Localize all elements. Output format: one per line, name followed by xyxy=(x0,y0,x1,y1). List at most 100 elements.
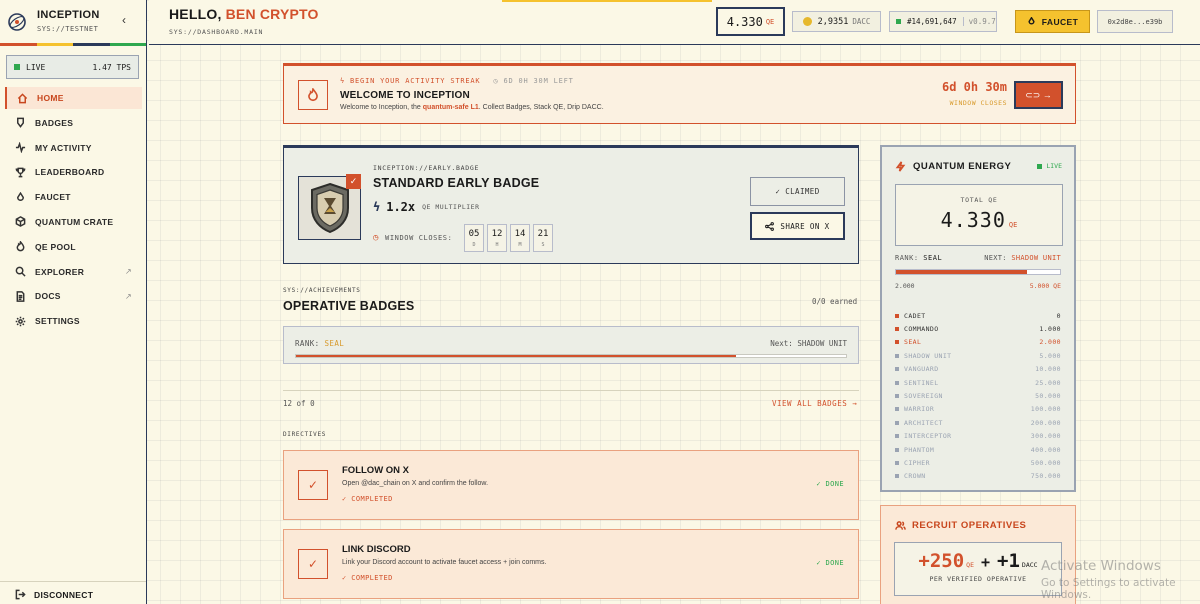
rank-threshold: 25.000 xyxy=(1035,378,1061,387)
quantum-energy-panel: QUANTUM ENERGY LIVE TOTAL QE 4.330 QE RAN… xyxy=(880,145,1076,492)
claimed-button[interactable]: ✓ CLAIMED xyxy=(750,177,845,206)
flame-icon xyxy=(16,241,25,252)
droplet-icon xyxy=(1028,17,1035,25)
rank-name: WARRIOR xyxy=(895,405,934,413)
timer-unit: D xyxy=(472,242,476,248)
sidebar-item-leaderboard[interactable]: LEADERBOARD xyxy=(5,161,142,183)
rank-name: SENTINEL xyxy=(895,379,939,387)
rank-name: COMMANDO xyxy=(895,325,939,333)
rank-name-text: PHANTOM xyxy=(904,445,935,454)
bolt-icon: ϟ xyxy=(340,77,351,85)
sidebar-item-my-activity[interactable]: MY ACTIVITY xyxy=(5,137,142,159)
rank-label: RANK: xyxy=(295,339,320,348)
dacc-bonus-unit: DACC xyxy=(1021,561,1038,569)
timer-seconds: 21 S xyxy=(533,224,553,252)
rank-threshold: 5.000 xyxy=(1039,351,1061,360)
rank-marker-icon xyxy=(895,340,899,345)
timer-hours: 12 H xyxy=(487,224,507,252)
dacc-balance-value: 2,9351 xyxy=(817,16,849,27)
top-stripe-accent xyxy=(502,0,712,2)
sidebar-footer-divider xyxy=(0,581,146,582)
dacc-balance-unit: DACC xyxy=(852,17,871,26)
timer-value: 14 xyxy=(514,229,526,239)
task-status: ✓ COMPLETED xyxy=(342,574,393,582)
bolt-icon: ϟ xyxy=(373,200,381,214)
rank-current: RANK: SEAL xyxy=(295,339,344,348)
home-icon xyxy=(17,92,28,103)
rank-row: SENTINEL 25.000 xyxy=(895,376,1061,389)
rank-marker-icon xyxy=(895,394,899,399)
streak-desc-post: . Collect Badges, Stack QE, Drip DACC. xyxy=(478,104,604,111)
task-follow-on-x[interactable]: ✓ FOLLOW ON X Open @dac_chain on X and c… xyxy=(283,450,859,520)
rank-row: CIPHER 500.000 xyxy=(895,456,1061,469)
claimed-check-icon: ✓ xyxy=(346,174,361,189)
timer-unit: M xyxy=(518,242,522,248)
task-done-badge: ✓ DONE xyxy=(816,559,844,567)
qe-balance-unit: QE xyxy=(765,17,775,26)
task-description: Link your Discord account to activate fa… xyxy=(342,559,547,566)
sidebar-item-docs[interactable]: DOCS ↗ xyxy=(5,285,142,307)
rank-row: COMMANDO 1.000 xyxy=(895,322,1061,335)
coin-icon xyxy=(802,17,812,26)
sidebar-item-quantum-crate[interactable]: QUANTUM CRATE xyxy=(5,211,142,233)
sidebar-item-settings[interactable]: SETTINGS xyxy=(5,310,142,332)
task-title: LINK DISCORD xyxy=(342,544,411,555)
live-dot-icon xyxy=(14,63,20,70)
badges-count: 12 of 0 xyxy=(283,399,315,408)
bolt-icon xyxy=(895,161,906,172)
brand-stripe xyxy=(0,43,146,46)
sidebar-item-label: EXPLORER xyxy=(35,266,85,277)
rank-row: ARCHITECT 200.000 xyxy=(895,416,1061,429)
disconnect-button[interactable]: DISCONNECT xyxy=(15,589,93,600)
share-on-x-button[interactable]: SHARE ON X xyxy=(750,212,845,240)
brand-name: INCEPTION xyxy=(37,9,100,21)
qe-balance: 4.330 QE xyxy=(716,7,785,36)
streak-countdown-label: WINDOW CLOSES xyxy=(949,99,1007,107)
collapse-sidebar-icon[interactable]: ‹ xyxy=(122,13,126,27)
sidebar-item-home[interactable]: HOME xyxy=(5,87,142,109)
qe-next-label: NEXT: xyxy=(984,254,1007,262)
multiplier-value: 1.2x xyxy=(386,200,416,214)
total-qe-value: 4.330 xyxy=(940,208,1006,232)
rank-marker-icon xyxy=(895,474,899,479)
watermark-line-1: Activate Windows xyxy=(1041,558,1161,574)
rank-marker-icon xyxy=(895,367,899,372)
block-height: #14,691,647 v0.9.7 xyxy=(889,11,997,32)
live-label: LIVE xyxy=(1046,162,1062,170)
rank-progress-card: RANK: SEAL Next: SHADOW UNIT xyxy=(283,326,859,364)
wallet-address-button[interactable]: 0x2d8e...e39b xyxy=(1097,10,1173,33)
sidebar-item-badges[interactable]: BADGES xyxy=(5,112,142,134)
sidebar-item-label: LEADERBOARD xyxy=(35,167,105,178)
sidebar-item-qe-pool[interactable]: QE POOL xyxy=(5,236,142,258)
disconnect-label: DISCONNECT xyxy=(34,589,94,600)
task-description: Open @dac_chain on X and confirm the fol… xyxy=(342,480,489,487)
dacc-balance: 2,9351 DACC xyxy=(792,11,881,32)
sidebar-item-explorer[interactable]: EXPLORER ↗ xyxy=(5,261,142,283)
qe-panel-title: QUANTUM ENERGY xyxy=(913,161,1012,172)
faucet-button[interactable]: FAUCET xyxy=(1015,10,1090,33)
streak-go-button[interactable]: ⊂⊃ → xyxy=(1014,81,1063,109)
streak-description: Welcome to Inception, the quantum-safe L… xyxy=(340,104,604,111)
timer-unit: S xyxy=(541,242,545,248)
rank-name-text: ARCHITECT xyxy=(904,418,943,427)
rank-name: CROWN xyxy=(895,472,926,480)
rank-name: ARCHITECT xyxy=(895,419,943,427)
timer-unit: H xyxy=(495,242,499,248)
rank-marker-icon xyxy=(895,447,899,452)
crate-icon xyxy=(15,216,26,228)
timer-days: 05 D xyxy=(464,224,484,252)
total-qe-box: TOTAL QE 4.330 QE xyxy=(895,184,1063,246)
rank-row: PHANTOM 400.000 xyxy=(895,443,1061,456)
share-label: SHARE ON X xyxy=(780,221,830,231)
rank-ladder: CADET 0 COMMANDO 1.000 SEAL 2.000 SHADOW UNIT 5… xyxy=(895,309,1061,483)
external-link-icon: ↗ xyxy=(124,291,132,301)
task-status: ✓ COMPLETED xyxy=(342,495,393,503)
rank-name: CADET xyxy=(895,312,926,320)
view-all-badges-link[interactable]: VIEW ALL BADGES → xyxy=(772,399,857,408)
task-link-discord[interactable]: ✓ LINK DISCORD Link your Discord account… xyxy=(283,529,859,599)
sidebar-item-faucet[interactable]: FAUCET xyxy=(5,186,142,208)
live-label: LIVE xyxy=(26,62,46,72)
badges-earned-count: 0/0 earned xyxy=(812,297,858,306)
qe-panel-header: QUANTUM ENERGY xyxy=(895,161,1011,172)
rank-name-text: SOVEREIGN xyxy=(904,392,943,401)
